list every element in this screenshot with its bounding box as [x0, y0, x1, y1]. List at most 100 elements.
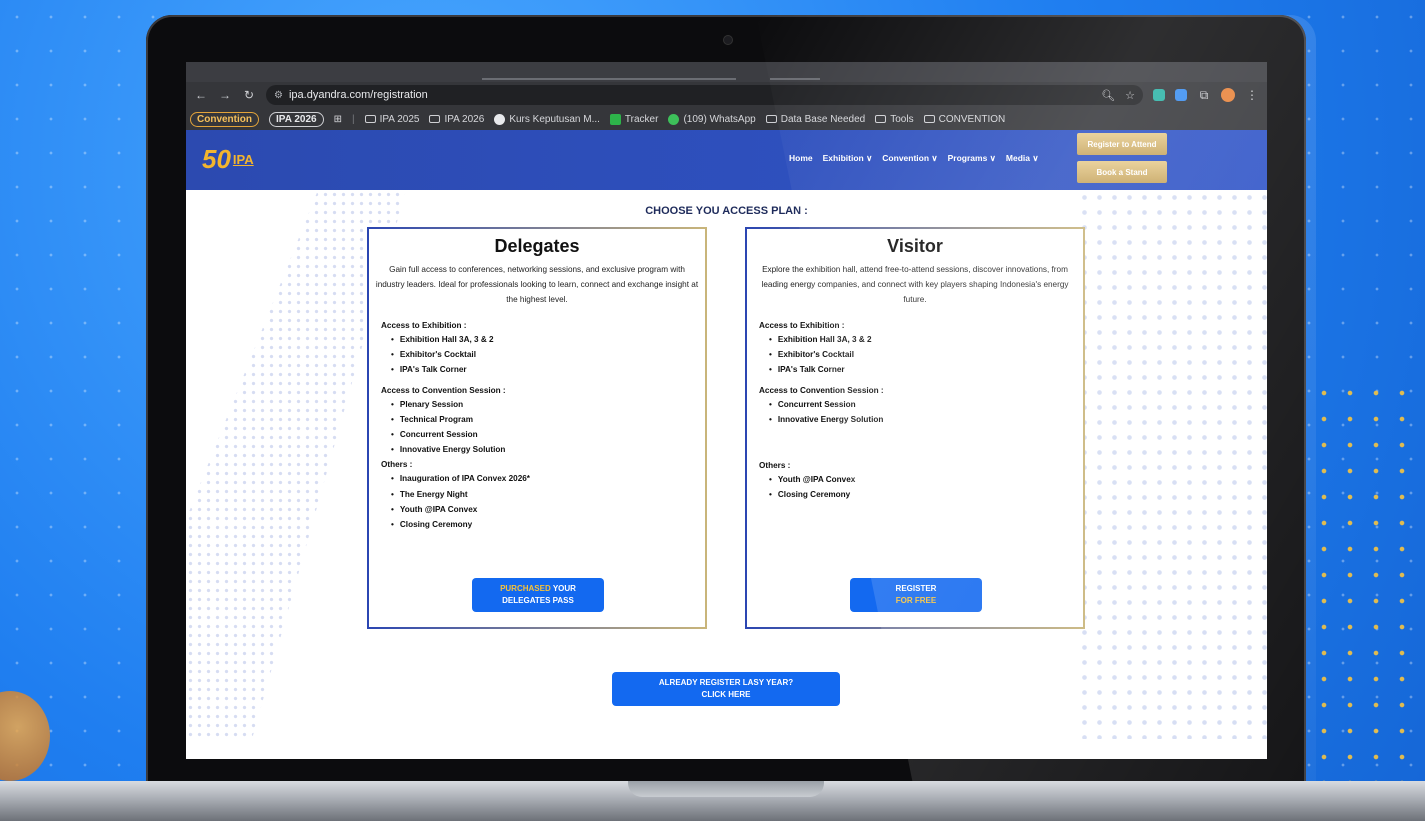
profile-avatar[interactable] [1221, 88, 1235, 102]
list-item: Concurrent Session [769, 397, 1077, 412]
bookmark-convention[interactable]: CONVENTION [923, 113, 1006, 125]
tab-inactive[interactable] [770, 78, 820, 80]
visitor-title: Visitor [887, 236, 943, 256]
register-for-free-button[interactable]: REGISTER FOR FREE [850, 578, 982, 612]
menu-kebab-icon[interactable]: ⋮ [1245, 88, 1259, 102]
back-icon[interactable]: ← [194, 88, 208, 102]
extension-icon[interactable] [1153, 89, 1165, 101]
laptop-frame: ← → ↻ ⚙ ipa.dyandra.com/registration 🔍︎ … [146, 15, 1316, 783]
button-text: YOUR [550, 584, 576, 593]
nav-exhibition[interactable]: Exhibition ∨ [823, 153, 873, 164]
list-item: Closing Ceremony [391, 517, 699, 532]
register-to-attend-button[interactable]: Register to Attend [1077, 133, 1167, 155]
delegates-description: Gain full access to conferences, network… [375, 265, 699, 304]
reload-icon[interactable]: ↻ [242, 88, 256, 102]
bookmark-divider: | [351, 113, 355, 125]
list-item: Youth @IPA Convex [391, 502, 699, 517]
nav-programs[interactable]: Programs ∨ [948, 153, 996, 164]
decorative-dots-right [1077, 190, 1267, 739]
section-exhibition-title: Access to Exhibition : [381, 321, 467, 330]
bookmark-label: CONVENTION [938, 113, 1006, 125]
ipa-logo[interactable]: 50 IPA [202, 144, 254, 175]
bookmarks-bar: Convention IPA 2026 ⊞ | IPA 2025 IPA 202… [186, 108, 1267, 130]
bookmark-ipa2025[interactable]: IPA 2025 [364, 113, 420, 125]
bookmark-label: (109) WhatsApp [683, 113, 756, 125]
tab-group-ipa2026[interactable]: IPA 2026 [269, 111, 324, 127]
delegates-exhibition-list: Exhibition Hall 3A, 3 & 2 Exhibitor's Co… [391, 332, 699, 378]
list-item: Technical Program [391, 412, 699, 427]
page-heading: CHOOSE YOU ACCESS PLAN : [645, 205, 808, 217]
extensions-puzzle-icon[interactable]: ⧉ [1197, 88, 1211, 103]
camera-icon [723, 35, 733, 45]
nav-home[interactable]: Home [789, 153, 813, 164]
site-info-icon[interactable]: ⚙ [274, 90, 283, 101]
list-item: Concurrent Session [391, 427, 699, 442]
logo-number: 50 [202, 144, 231, 174]
nav-convention[interactable]: Convention ∨ [882, 153, 937, 164]
apps-grid-icon[interactable]: ⊞ [334, 114, 342, 125]
visitor-convention-list: Concurrent Session Innovative Energy Sol… [769, 397, 1077, 427]
section-convention-title: Access to Convention Session : [759, 385, 884, 395]
bookmark-label: IPA 2026 [444, 113, 485, 125]
whatsapp-icon [668, 113, 680, 125]
sheets-icon [609, 113, 621, 125]
list-item: Plenary Session [391, 397, 699, 412]
forward-icon[interactable]: → [218, 88, 232, 102]
bookmark-label: Tools [890, 113, 914, 125]
list-item: Youth @IPA Convex [769, 472, 1077, 487]
folder-icon [364, 115, 376, 123]
folder-icon [875, 115, 887, 123]
button-line-2: CLICK HERE [701, 690, 751, 699]
purchase-delegates-pass-button[interactable]: PURCHASED YOUR DELEGATES PASS [472, 578, 604, 612]
button-line-1: REGISTER [895, 584, 937, 593]
address-bar-actions: 🔍︎ ☆ [1101, 89, 1135, 102]
section-convention-title: Access to Convention Session : [381, 385, 506, 395]
list-item: Inauguration of IPA Convex 2026* [391, 471, 699, 486]
bookmark-label: Kurs Keputusan M... [509, 113, 600, 125]
list-item: Exhibitor's Cocktail [391, 347, 699, 362]
bookmark-label: IPA 2025 [379, 113, 420, 125]
tab-active[interactable] [482, 78, 736, 80]
browser-window: ← → ↻ ⚙ ipa.dyandra.com/registration 🔍︎ … [186, 62, 1267, 759]
visitor-card: Visitor Explore the exhibition hall, att… [745, 227, 1085, 629]
tab-strip [186, 62, 1267, 82]
delegates-title: Delegates [494, 236, 580, 256]
extension-shield-icon[interactable] [1175, 89, 1187, 101]
section-exhibition-title: Access to Exhibition : [759, 321, 845, 330]
bookmark-kurs[interactable]: Kurs Keputusan M... [494, 113, 600, 125]
zoom-icon[interactable]: 🔍︎ [1101, 89, 1115, 102]
tab-group-convention[interactable]: Convention [190, 111, 259, 127]
visitor-exhibition-list: Exhibition Hall 3A, 3 & 2 Exhibitor's Co… [769, 332, 1077, 378]
bookmark-tracker[interactable]: Tracker [609, 113, 659, 125]
list-item: Exhibition Hall 3A, 3 & 2 [769, 332, 1077, 347]
delegates-card: Delegates Gain full access to conference… [367, 227, 707, 629]
bookmark-label: Tracker [624, 113, 659, 125]
nav-media[interactable]: Media ∨ [1006, 153, 1039, 164]
bookmark-ipa2026[interactable]: IPA 2026 [429, 114, 484, 125]
bookmark-whatsapp[interactable]: (109) WhatsApp [668, 113, 756, 125]
list-item: Exhibition Hall 3A, 3 & 2 [391, 332, 699, 347]
bookmark-label: Data Base Needed [780, 113, 866, 125]
list-item: The Energy Night [391, 487, 699, 502]
list-item: Exhibitor's Cocktail [769, 347, 1077, 362]
book-a-stand-button[interactable]: Book a Stand [1077, 161, 1167, 183]
url-text: ipa.dyandra.com/registration [288, 89, 428, 101]
address-bar[interactable]: ⚙ ipa.dyandra.com/registration 🔍︎ ☆ [266, 85, 1143, 105]
bookmark-star-icon[interactable]: ☆ [1125, 89, 1135, 102]
background-gold-dots [1285, 380, 1425, 821]
button-line-2: DELEGATES PASS [502, 596, 574, 605]
section-others-title: Others : [381, 460, 413, 470]
folder-icon [429, 115, 441, 123]
folder-icon [923, 115, 935, 123]
site-header: 50 IPA Home Exhibition ∨ Convention ∨ Pr… [186, 130, 1267, 190]
button-line-1: PURCHASED YOUR [500, 583, 576, 595]
button-line-2: FOR FREE [895, 596, 937, 605]
laptop-hinge-notch [628, 781, 824, 797]
already-registered-button[interactable]: ALREADY REGISTER LASY YEAR? CLICK HERE [612, 672, 840, 706]
main-nav: Home Exhibition ∨ Convention ∨ Programs … [789, 153, 1039, 164]
site-icon [494, 113, 506, 125]
registration-page: CHOOSE YOU ACCESS PLAN : Delegates Gain … [186, 190, 1267, 739]
bookmark-tools[interactable]: Tools [875, 113, 914, 125]
visitor-others-list: Youth @IPA Convex Closing Ceremony [769, 472, 1077, 502]
bookmark-database[interactable]: Data Base Needed [765, 113, 866, 125]
